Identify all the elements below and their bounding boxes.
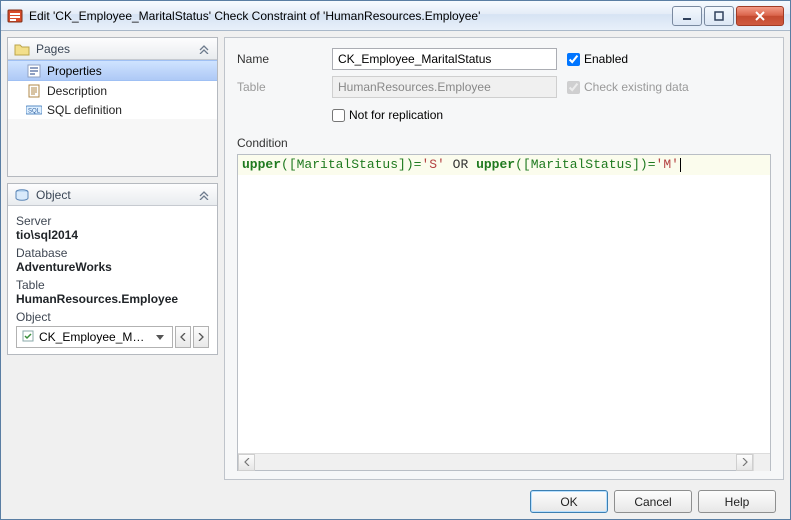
- code-token: ([MaritalStatus])=: [515, 157, 655, 172]
- server-label: Server: [16, 214, 209, 228]
- description-icon: [26, 83, 42, 99]
- database-label: Database: [16, 246, 209, 260]
- not-for-replication-label: Not for replication: [349, 108, 443, 122]
- replication-row: Not for replication: [237, 104, 771, 126]
- table-label: Table: [237, 80, 322, 94]
- tree-item-label: SQL definition: [47, 103, 122, 117]
- check-existing-wrap: Check existing data: [567, 80, 689, 94]
- condition-label: Condition: [237, 136, 771, 150]
- tree-item-label: Properties: [47, 64, 102, 78]
- table-row: Table Check existing data: [237, 76, 771, 98]
- collapse-icon[interactable]: [197, 42, 211, 56]
- table-input: [332, 76, 557, 98]
- scroll-right-icon[interactable]: [736, 454, 753, 471]
- object-panel-icon: [14, 187, 30, 203]
- cancel-button[interactable]: Cancel: [614, 490, 692, 513]
- code-token: upper: [242, 157, 281, 172]
- dialog-body: Pages Properties: [1, 31, 790, 519]
- name-label: Name: [237, 52, 322, 66]
- pages-panel-header[interactable]: Pages: [8, 38, 217, 60]
- properties-icon: [26, 63, 42, 79]
- sql-icon: SQL: [26, 102, 42, 118]
- not-for-replication-checkbox[interactable]: [332, 109, 345, 122]
- scroll-left-icon[interactable]: [238, 454, 255, 471]
- window-title: Edit 'CK_Employee_MaritalStatus' Check C…: [29, 9, 672, 23]
- properties-pane: Name Enabled Table Check existing data: [224, 37, 784, 480]
- server-value: tio\sql2014: [16, 228, 209, 242]
- object-selector[interactable]: CK_Employee_MaritalSt…: [16, 326, 173, 348]
- code-line[interactable]: upper([MaritalStatus])='S' OR upper([Mar…: [238, 155, 770, 175]
- close-button[interactable]: [736, 6, 784, 26]
- pages-panel-icon: [14, 41, 30, 57]
- tree-item-label: Description: [47, 84, 107, 98]
- window-controls: [672, 6, 784, 26]
- object-panel-title: Object: [36, 188, 191, 202]
- maximize-button[interactable]: [704, 6, 734, 26]
- tree-item-sql-definition[interactable]: SQL SQL definition: [8, 100, 217, 119]
- object-panel-header[interactable]: Object: [8, 184, 217, 206]
- not-for-replication-wrap[interactable]: Not for replication: [332, 108, 443, 122]
- tree-item-description[interactable]: Description: [8, 81, 217, 100]
- check-existing-checkbox: [567, 81, 580, 94]
- pages-tree: Properties Description SQL: [8, 60, 217, 119]
- code-token: OR: [445, 157, 476, 172]
- object-panel: Object Server tio\sql2014 Database Adven…: [7, 183, 218, 355]
- code-token: ([MaritalStatus])=: [281, 157, 421, 172]
- object-selector-value: CK_Employee_MaritalSt…: [39, 330, 148, 344]
- left-column: Pages Properties: [7, 37, 218, 480]
- name-input[interactable]: [332, 48, 557, 70]
- horizontal-scrollbar[interactable]: [238, 453, 770, 470]
- enabled-checkbox[interactable]: [567, 53, 580, 66]
- scroll-corner: [753, 454, 770, 471]
- minimize-button[interactable]: [672, 6, 702, 26]
- object-selector-row: CK_Employee_MaritalSt…: [16, 326, 209, 348]
- nav-prev-button[interactable]: [175, 326, 191, 348]
- tree-item-properties[interactable]: Properties: [8, 60, 217, 81]
- app-icon: [7, 8, 23, 24]
- table-label: Table: [16, 278, 209, 292]
- check-existing-label: Check existing data: [584, 80, 689, 94]
- table-value: HumanResources.Employee: [16, 292, 209, 306]
- enabled-checkbox-wrap[interactable]: Enabled: [567, 52, 628, 66]
- dropdown-icon[interactable]: [152, 327, 168, 347]
- code-token: upper: [476, 157, 515, 172]
- pages-panel-title: Pages: [36, 42, 191, 56]
- object-label: Object: [16, 310, 209, 324]
- condition-editor[interactable]: upper([MaritalStatus])='S' OR upper([Mar…: [237, 154, 771, 471]
- name-row: Name Enabled: [237, 48, 771, 70]
- editor-body[interactable]: upper([MaritalStatus])='S' OR upper([Mar…: [238, 155, 770, 453]
- svg-text:SQL: SQL: [28, 108, 41, 114]
- dialog-buttons: OK Cancel Help: [7, 480, 784, 513]
- code-token: 'S': [421, 157, 444, 172]
- database-value: AdventureWorks: [16, 260, 209, 274]
- text-caret: [680, 158, 681, 172]
- dialog-window: Edit 'CK_Employee_MaritalStatus' Check C…: [0, 0, 791, 520]
- code-token: 'M': [656, 157, 679, 172]
- help-button[interactable]: Help: [698, 490, 776, 513]
- constraint-icon: [21, 329, 35, 346]
- titlebar: Edit 'CK_Employee_MaritalStatus' Check C…: [1, 1, 790, 31]
- collapse-icon[interactable]: [197, 188, 211, 202]
- main-row: Pages Properties: [7, 37, 784, 480]
- object-panel-body: Server tio\sql2014 Database AdventureWor…: [8, 206, 217, 354]
- enabled-label: Enabled: [584, 52, 628, 66]
- pages-panel: Pages Properties: [7, 37, 218, 177]
- nav-next-button[interactable]: [193, 326, 209, 348]
- ok-button[interactable]: OK: [530, 490, 608, 513]
